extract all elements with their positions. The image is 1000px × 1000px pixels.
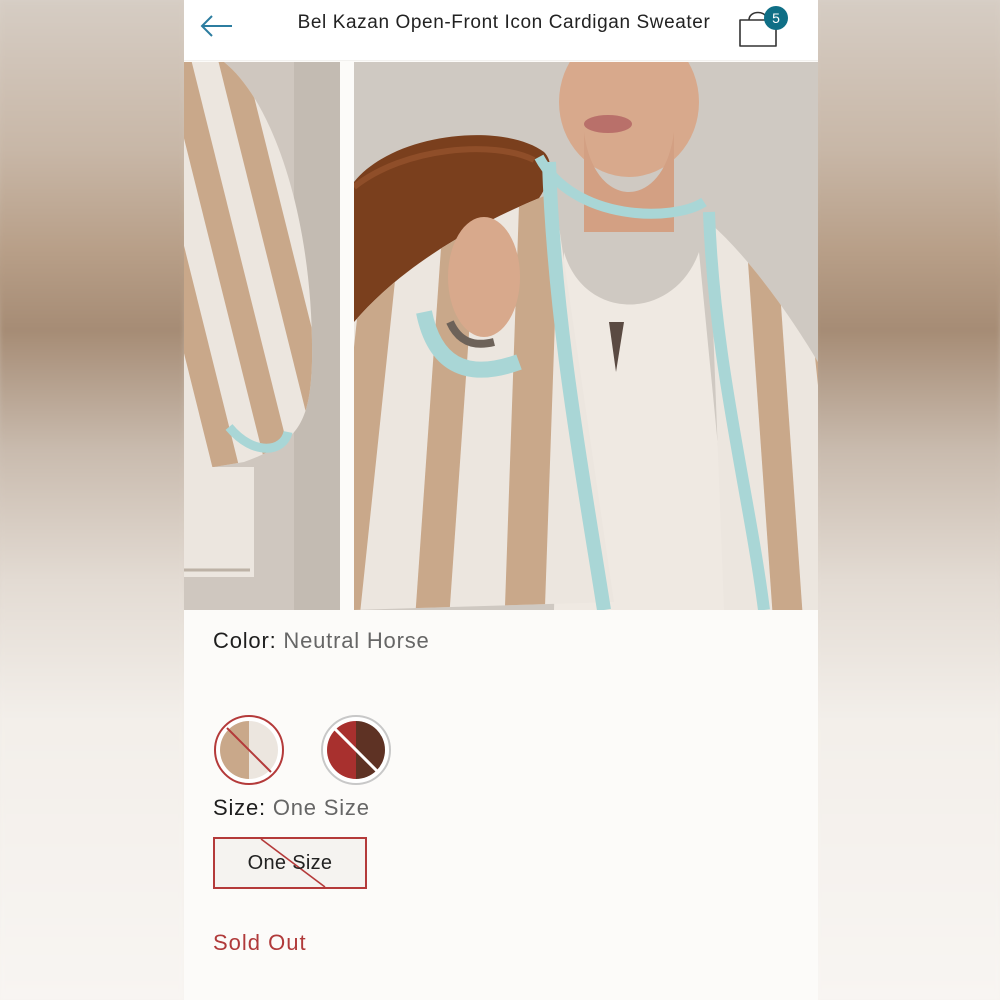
size-label-text: Size: [213,795,266,820]
size-label: Size: One Size [213,795,370,821]
product-photo-model[interactable] [354,62,818,610]
product-image-gallery[interactable] [184,62,818,610]
arrow-left-icon [200,15,232,37]
color-swatch-red-brown[interactable] [320,714,392,786]
color-label-text: Color: [213,628,277,653]
page-title: Bel Kazan Open-Front Icon Cardigan Sweat… [297,12,711,33]
cart-count-badge: 5 [764,6,788,30]
app-screen: Bel Kazan Open-Front Icon Cardigan Sweat… [184,0,818,1000]
size-option-one-size[interactable]: One Size [213,837,367,889]
selected-color-value: Neutral Horse [283,628,430,653]
top-bar: Bel Kazan Open-Front Icon Cardigan Sweat… [184,0,818,60]
color-swatch-neutral-horse[interactable] [213,714,285,786]
product-options: Color: Neutral Horse Size: One Size One … [213,628,793,955]
color-swatch-list [213,654,793,785]
selected-size-value: One Size [272,795,370,820]
background-blur-right [816,0,1000,1000]
color-label: Color: Neutral Horse [213,628,793,654]
availability-status: Sold Out [213,930,307,955]
product-photo-sleeve[interactable] [184,62,340,610]
size-option-label: One Size [247,852,333,874]
back-button[interactable] [198,8,238,44]
background-blur-left [0,0,184,1000]
